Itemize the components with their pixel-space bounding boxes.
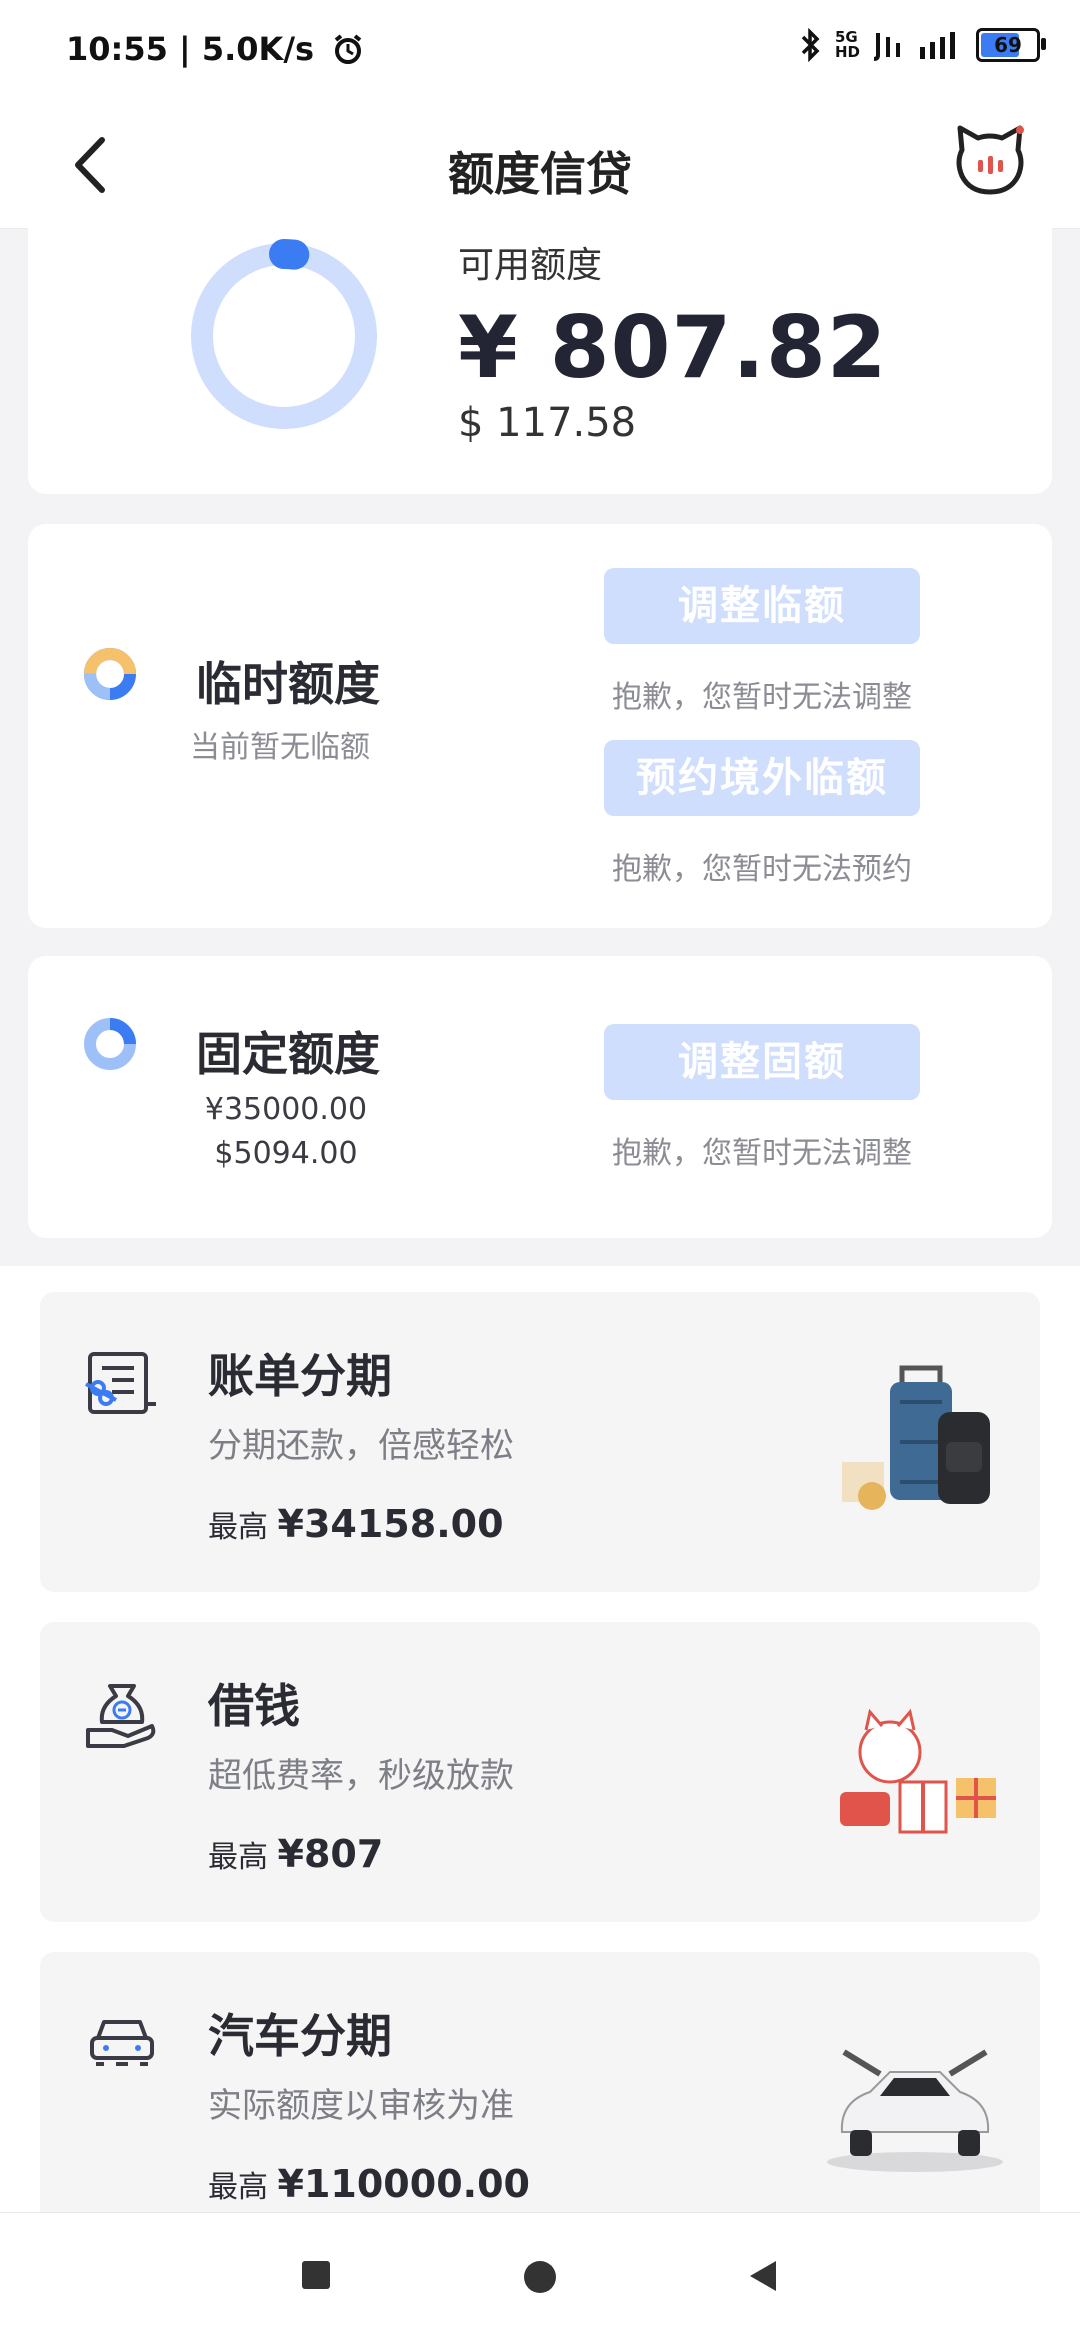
product-car-installment[interactable]: 汽车分期 实际额度以审核为准 最高 ¥110000.00 xyxy=(40,1952,1040,2252)
status-bar: 10:55 | 5.0K/s 5G HD 69 xyxy=(0,0,1080,100)
available-credit-donut xyxy=(187,239,381,433)
home-icon[interactable] xyxy=(522,2259,558,2295)
alarm-icon xyxy=(334,34,362,64)
network-type: 5G HD xyxy=(834,28,860,61)
status-time: 10:55 | 5.0K/s xyxy=(66,30,365,68)
fixed-quota-cny: ¥35000.00 xyxy=(204,1092,368,1127)
reserve-overseas-quota-note: 抱歉，您暂时无法预约 xyxy=(612,852,912,887)
bluetooth-icon xyxy=(801,28,820,62)
product-subtitle: 分期还款，倍感轻松 xyxy=(208,1426,514,1466)
page-title: 额度信贷 xyxy=(448,147,632,201)
recent-apps-icon[interactable] xyxy=(300,2259,332,2291)
product-title: 借钱 xyxy=(208,1679,300,1733)
fixed-quota-card: 固定额度 ¥35000.00 $5094.00 调整固额 抱歉，您暂时无法调整 xyxy=(28,956,1052,1238)
temporary-quota-card: 临时额度 当前暂无临额 调整临额 抱歉，您暂时无法调整 预约境外临额 抱歉，您暂… xyxy=(28,524,1052,928)
signal-icon xyxy=(874,33,900,61)
battery-icon: 69 xyxy=(976,28,1046,62)
signal-bars-icon xyxy=(920,32,955,59)
status-icons: 5G HD 69 xyxy=(799,28,1046,62)
reserve-overseas-quota-button[interactable]: 预约境外临额 xyxy=(604,740,920,816)
adjust-temp-quota-button[interactable]: 调整临额 xyxy=(604,568,920,644)
fixed-quota-usd: $5094.00 xyxy=(214,1136,358,1171)
product-borrow-money[interactable]: 借钱 超低费率，秒级放款 最高 ¥807 xyxy=(40,1622,1040,1922)
available-credit-label: 可用额度 xyxy=(458,245,603,286)
lucky-cat-gifts-illustration xyxy=(840,1708,996,1834)
car-icon xyxy=(90,2020,154,2066)
product-subtitle: 超低费率，秒级放款 xyxy=(208,1756,514,1796)
luggage-illustration xyxy=(842,1365,990,1510)
fixed-quota-pie-icon xyxy=(84,1018,136,1070)
product-subtitle: 实际额度以审核为准 xyxy=(208,2086,514,2126)
temporary-quota-subtitle: 当前暂无临额 xyxy=(190,730,370,765)
temporary-quota-title: 临时额度 xyxy=(196,657,380,711)
available-credit-usd: $ 117.58 xyxy=(458,400,637,446)
product-max: 最高 ¥110000.00 xyxy=(208,2162,530,2206)
temporary-quota-pie-icon xyxy=(84,648,136,700)
cat-customer-service-icon[interactable] xyxy=(954,122,1026,198)
available-credit-cny: ¥ 807.82 xyxy=(458,298,888,398)
product-title: 账单分期 xyxy=(208,1349,392,1403)
car-illustration xyxy=(827,2049,1003,2172)
product-title: 汽车分期 xyxy=(208,2009,392,2063)
product-max: 最高 ¥34158.00 xyxy=(208,1502,504,1546)
product-max: 最高 ¥807 xyxy=(208,1832,384,1876)
product-bill-installment[interactable]: 账单分期 分期还款，倍感轻松 最高 ¥34158.00 xyxy=(40,1292,1040,1592)
top-nav: 额度信贷 xyxy=(0,100,1080,229)
back-triangle-icon[interactable] xyxy=(746,2259,778,2293)
adjust-fixed-quota-button[interactable]: 调整固额 xyxy=(604,1024,920,1100)
system-nav-bar xyxy=(0,2212,1080,2341)
adjust-fixed-quota-note: 抱歉，您暂时无法调整 xyxy=(612,1136,912,1171)
bill-installment-icon xyxy=(85,1352,156,1414)
adjust-temp-quota-note: 抱歉，您暂时无法调整 xyxy=(612,680,912,715)
money-bag-hand-icon xyxy=(86,1684,156,1748)
fixed-quota-title: 固定额度 xyxy=(196,1027,380,1081)
